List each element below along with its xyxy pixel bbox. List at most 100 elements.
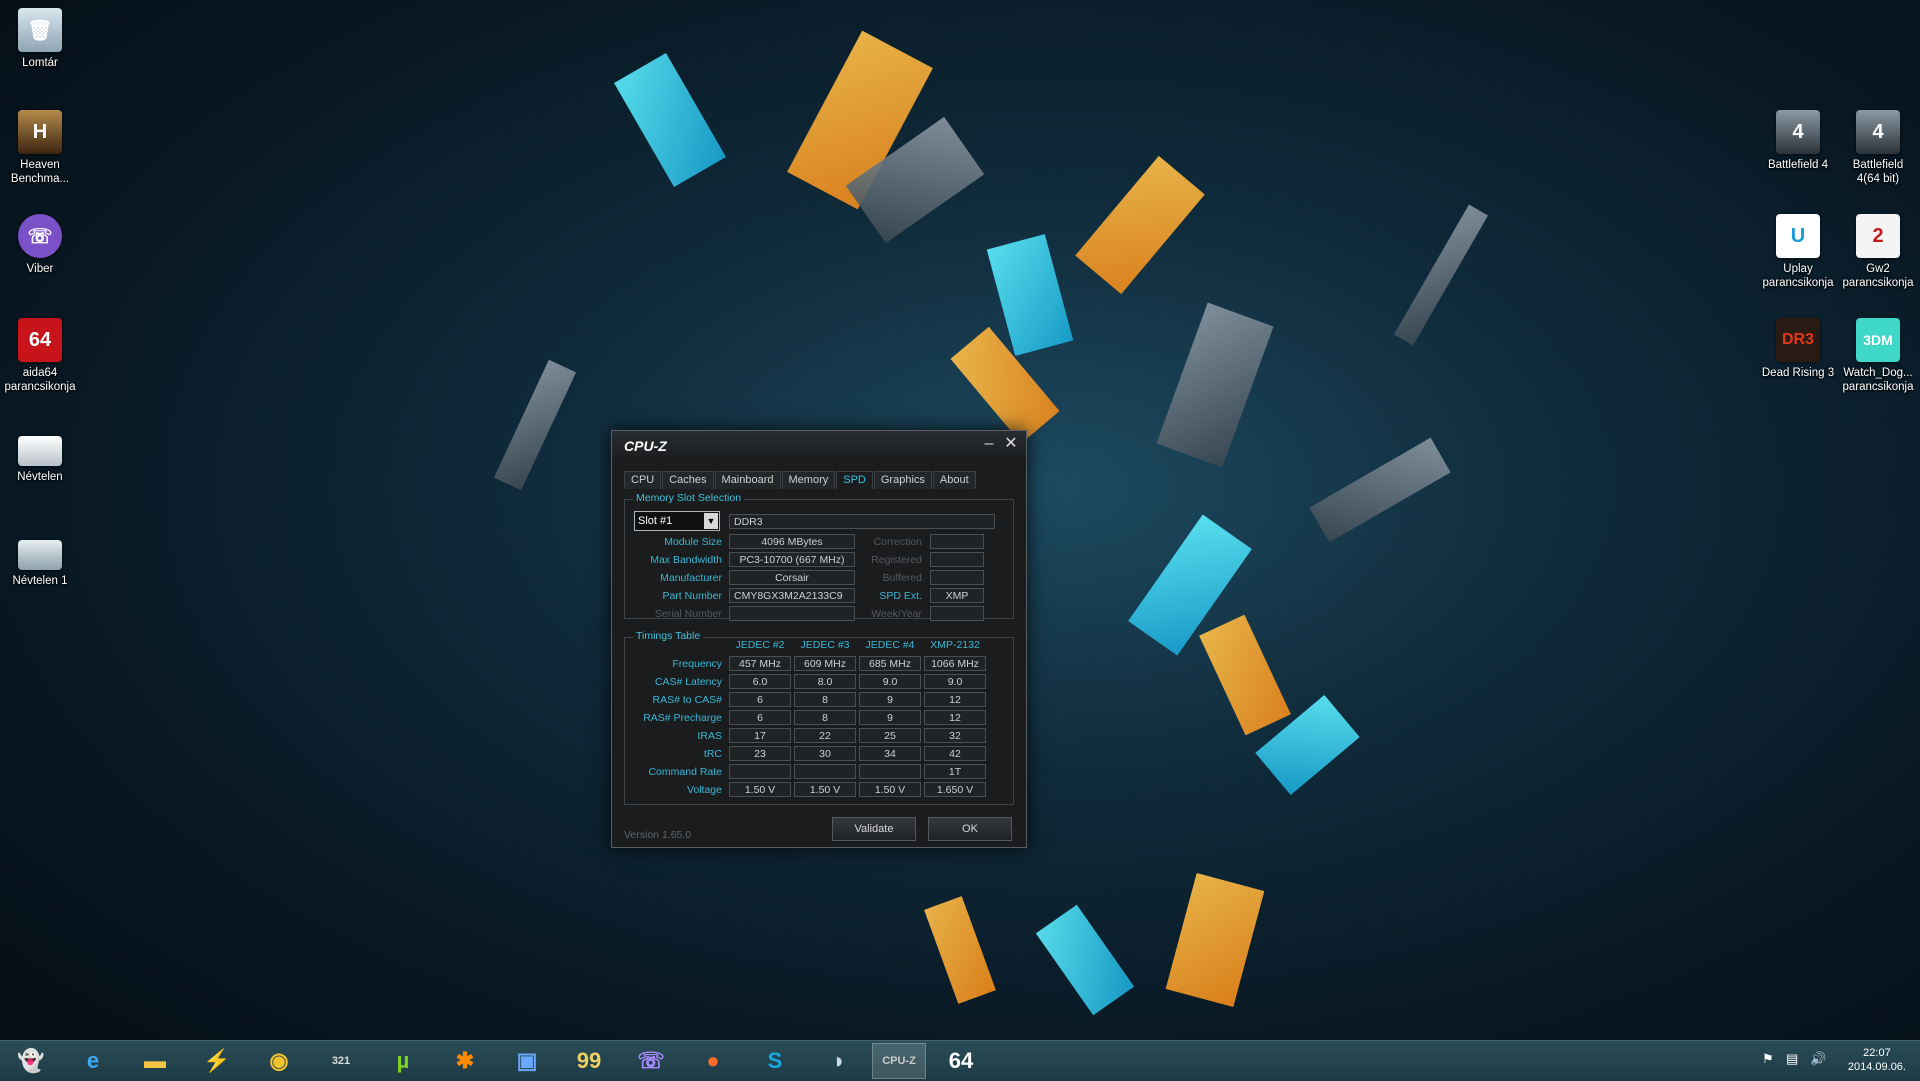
desktop-icon-label: Gw2 parancsikonja — [1842, 263, 1914, 289]
chevron-down-icon[interactable]: ▼ — [704, 513, 718, 529]
media-player-icon[interactable]: 321 — [314, 1043, 368, 1079]
timing-row-label: Frequency — [672, 658, 722, 670]
folder-icon — [18, 540, 62, 570]
timing-cell: 1.50 V — [794, 782, 856, 797]
internet-explorer-icon[interactable]: e — [66, 1043, 120, 1079]
timing-cell: 9 — [859, 692, 921, 707]
slot-select[interactable]: Slot #1 ▼ — [634, 511, 720, 531]
desktop-icon-label: Battlefield 4 — [1767, 159, 1829, 171]
taskbar-app-glyph: S — [767, 1048, 783, 1073]
save-disk-icon[interactable]: ▣ — [500, 1043, 554, 1079]
desktop-icon-label: aida64 parancsikonja — [4, 367, 76, 393]
desktop-icon-uplay[interactable]: U Uplay parancsikonja — [1758, 214, 1838, 290]
tab-spd[interactable]: SPD — [836, 471, 873, 489]
desktop-icon-nevtelen-1[interactable]: Névtelen 1 — [0, 540, 80, 588]
taskbar-app-glyph: ◑ — [830, 1048, 844, 1073]
tab-graphics[interactable]: Graphics — [873, 471, 932, 489]
spd-ext-label: SPD Ext. — [879, 590, 922, 602]
desktop-icon-label: Névtelen 1 — [12, 575, 68, 587]
window-titlebar[interactable]: CPU-Z – ✕ — [612, 431, 1026, 461]
avast-icon[interactable]: ✱ — [438, 1043, 492, 1079]
timing-cell: 1066 MHz — [924, 656, 986, 671]
timing-cell: 6 — [729, 692, 791, 707]
viber-icon[interactable]: ☏ — [624, 1043, 678, 1079]
version-label: Version 1.65.0 — [624, 829, 692, 841]
desktop-icon-watch-dogs[interactable]: 3DM Watch_Dog... parancsikonja — [1838, 318, 1918, 394]
serial-number-value — [729, 606, 855, 621]
file-explorer-icon[interactable]: ▬ — [128, 1043, 182, 1079]
skype-icon[interactable]: S — [748, 1043, 802, 1079]
clock[interactable]: 22:07 2014.09.06. — [1848, 1046, 1906, 1074]
timing-cell: 12 — [924, 692, 986, 707]
origin-icon[interactable]: ● — [686, 1043, 740, 1079]
buffered-label: Buffered — [882, 572, 922, 584]
taskbar-app-glyph: ☏ — [637, 1048, 665, 1073]
minimize-button[interactable]: – — [980, 435, 998, 453]
timing-cell: 1.650 V — [924, 782, 986, 797]
timing-row-label: tRAS — [697, 730, 722, 742]
taskbar-app-glyph: ✱ — [455, 1048, 475, 1073]
tab-memory[interactable]: Memory — [781, 471, 836, 489]
timing-cell: 22 — [794, 728, 856, 743]
desktop-icon-viber[interactable]: ☏ Viber — [0, 214, 80, 276]
timing-cell — [859, 764, 921, 779]
tab-cpu[interactable]: CPU — [624, 471, 662, 489]
timing-cell: 9.0 — [859, 674, 921, 689]
timing-cell: 8 — [794, 710, 856, 725]
module-size-label: Module Size — [664, 536, 722, 548]
desktop-icon-nevtelen[interactable]: Névtelen — [0, 436, 80, 484]
registered-label: Registered — [871, 554, 922, 566]
cpuz-icon[interactable]: CPU-Z — [872, 1043, 926, 1079]
desktop-icon-label: Uplay parancsikonja — [1762, 263, 1834, 289]
battlefield-icon: 4 — [1776, 110, 1820, 154]
start-ghost-icon[interactable]: 👻 — [4, 1043, 58, 1079]
timing-row-label: Command Rate — [648, 766, 722, 778]
timing-cell: 6.0 — [729, 674, 791, 689]
recycle-bin-icon: 🗑 — [18, 8, 62, 52]
dead-rising-icon: DR3 — [1776, 318, 1820, 362]
steam-icon[interactable]: ◑ — [810, 1043, 864, 1079]
memory-type-value: DDR3 — [729, 514, 995, 529]
timing-cell: 32 — [924, 728, 986, 743]
desktop-icon-battlefield-4[interactable]: 4 Battlefield 4 — [1758, 110, 1838, 172]
part-number-label: Part Number — [662, 590, 722, 602]
desktop-icon-heaven-benchmark[interactable]: H Heaven Benchma... — [0, 110, 80, 186]
flag-icon[interactable]: ⚑ — [1762, 1051, 1774, 1067]
registered-value — [930, 552, 984, 567]
taskbar: 👻 e ▬ ⚡ ◉ 321 µ ✱ ▣ 99 ☏ ● S ◑ CPU-Z 64 ⚑ ▤ 🔊 22:07 201… — [0, 1040, 1920, 1081]
network-icon[interactable]: ▤ — [1786, 1051, 1798, 1067]
uplay-icon: U — [1776, 214, 1820, 258]
desktop-icon-gw2[interactable]: 2 Gw2 parancsikonja — [1838, 214, 1918, 290]
tab-caches[interactable]: Caches — [662, 471, 714, 489]
desktop-icon-dead-rising-3[interactable]: DR3 Dead Rising 3 — [1758, 318, 1838, 380]
gw2-icon: 2 — [1856, 214, 1900, 258]
tab-about[interactable]: About — [932, 471, 976, 489]
volume-icon[interactable]: 🔊 — [1810, 1051, 1826, 1067]
timing-cell: 1T — [924, 764, 986, 779]
chrome-icon[interactable]: ◉ — [252, 1043, 306, 1079]
timing-cell: 6 — [729, 710, 791, 725]
validate-button[interactable]: Validate — [832, 817, 916, 841]
timing-cell: 8 — [794, 692, 856, 707]
desktop-icon-label: Heaven Benchma... — [10, 159, 70, 185]
utorrent-icon[interactable]: µ — [376, 1043, 430, 1079]
notes-icon[interactable]: 99 — [562, 1043, 616, 1079]
cpuz-window[interactable]: CPU-Z – ✕ CPU Caches Mainboard Memory SP… — [611, 430, 1027, 848]
close-button[interactable]: ✕ — [1002, 435, 1020, 453]
aida64-icon[interactable]: 64 — [934, 1043, 988, 1079]
desktop-icon-recycle-bin[interactable]: 🗑 Lomtár — [0, 8, 80, 70]
desktop-icon-aida64[interactable]: 64 aida64 parancsikonja — [0, 318, 80, 394]
clock-time: 22:07 — [1863, 1047, 1891, 1059]
desktop-icon-battlefield-4-64[interactable]: 4 Battlefield 4(64 bit) — [1838, 110, 1918, 186]
ok-button[interactable]: OK — [928, 817, 1012, 841]
timing-cell: 609 MHz — [794, 656, 856, 671]
taskbar-app-glyph: 99 — [576, 1048, 602, 1073]
battlefield-icon: 4 — [1856, 110, 1900, 154]
desktop-icon-label: Watch_Dog... parancsikonja — [1842, 367, 1914, 393]
tab-mainboard[interactable]: Mainboard — [714, 471, 781, 489]
flashget-icon[interactable]: ⚡ — [190, 1043, 244, 1079]
timing-row-label: tRC — [703, 748, 722, 760]
desktop-icon-label: Névtelen — [17, 471, 63, 483]
taskbar-app-glyph: 👻 — [17, 1048, 45, 1073]
desktop-icon-label: Viber — [26, 263, 54, 275]
